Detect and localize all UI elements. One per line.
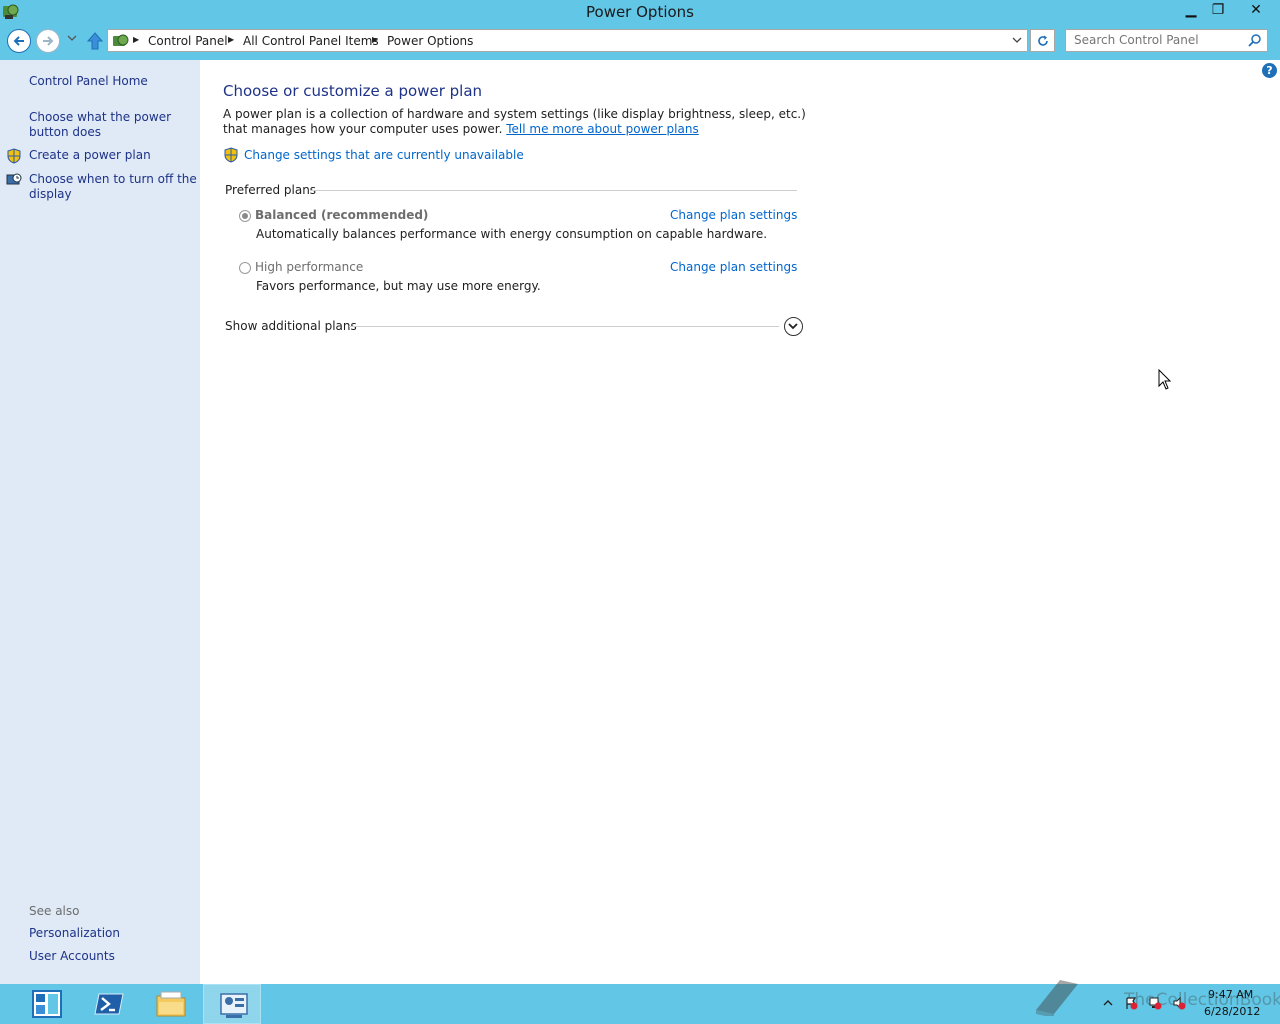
powershell-taskbar-button[interactable] (79, 984, 137, 1024)
learn-more-link[interactable]: Tell me more about power plans (506, 122, 698, 136)
balanced-plan-name[interactable]: Balanced (recommended) (255, 208, 428, 222)
taskbar: TheCollectionBook 9:47 AM 6/28/2012 (0, 980, 1280, 1024)
breadcrumb-power-options[interactable]: Power Options (387, 34, 473, 48)
clock-time[interactable]: 9:47 AM (1208, 988, 1253, 1001)
refresh-button[interactable] (1030, 29, 1055, 52)
turn-off-display-link[interactable]: Choose when to turn off the display (29, 172, 197, 202)
preferred-plans-heading: Preferred plans (225, 183, 317, 197)
personalization-link[interactable]: Personalization (29, 926, 197, 941)
back-button[interactable] (7, 29, 31, 53)
window-title: Power Options (586, 3, 694, 21)
breadcrumb-separator-icon[interactable]: ▶ (372, 35, 378, 44)
search-icon[interactable] (1248, 34, 1261, 47)
powershell-icon (94, 993, 124, 1015)
title-bar: Power Options ▁ ❐ ✕ (0, 0, 1280, 24)
monitor-clock-icon (6, 173, 22, 185)
shield-icon (7, 148, 21, 164)
high-performance-change-settings-link[interactable]: Change plan settings (670, 260, 797, 274)
network-icon[interactable] (1148, 996, 1162, 1010)
close-button[interactable]: ✕ (1236, 0, 1276, 20)
show-additional-plans-label[interactable]: Show additional plans (225, 319, 357, 333)
high-performance-plan-name[interactable]: High performance (255, 260, 363, 274)
forward-button[interactable] (36, 29, 60, 53)
show-hidden-icons-icon[interactable] (1101, 996, 1115, 1010)
section-divider (349, 326, 779, 327)
breadcrumb-control-panel[interactable]: Control Panel (148, 34, 228, 48)
address-history-dropdown-icon[interactable] (1011, 33, 1023, 47)
navigation-bar: ▶ Control Panel ▶ All Control Panel Item… (0, 24, 1280, 60)
page-title: Choose or customize a power plan (223, 82, 483, 100)
control-panel-taskbar-button[interactable] (203, 984, 261, 1024)
user-accounts-link[interactable]: User Accounts (29, 949, 197, 964)
power-button-link[interactable]: Choose what the power button does (29, 110, 197, 140)
server-manager-taskbar-button[interactable] (17, 984, 75, 1024)
shield-icon (224, 147, 238, 163)
balanced-change-settings-link[interactable]: Change plan settings (670, 208, 797, 222)
control-panel-home-link[interactable]: Control Panel Home (29, 74, 197, 89)
refresh-icon (1038, 35, 1048, 46)
recent-locations-dropdown-icon[interactable] (66, 33, 78, 43)
expand-additional-plans-button[interactable] (784, 317, 803, 336)
mouse-cursor-icon (1158, 369, 1172, 390)
back-arrow-icon (13, 36, 24, 46)
high-performance-plan-radio[interactable] (239, 262, 251, 274)
create-power-plan-link[interactable]: Create a power plan (29, 148, 197, 163)
main-content: ? Choose or customize a power plan A pow… (200, 60, 1280, 984)
minimize-button[interactable]: ▁ (1177, 0, 1205, 20)
file-explorer-taskbar-button[interactable] (141, 984, 199, 1024)
speaker-icon[interactable] (1172, 996, 1186, 1010)
server-manager-icon (32, 990, 62, 1018)
left-task-pane: Control Panel Home Choose what the power… (0, 60, 200, 984)
book-logo-icon (1036, 980, 1078, 1016)
control-panel-icon (220, 993, 248, 1018)
breadcrumb-separator-icon[interactable]: ▶ (228, 35, 234, 44)
breadcrumb-all-items[interactable]: All Control Panel Items (243, 34, 379, 48)
search-input[interactable] (1074, 33, 1244, 47)
search-box[interactable] (1065, 29, 1268, 52)
high-performance-plan-description: Favors performance, but may use more ene… (256, 279, 541, 293)
address-bar[interactable]: ▶ Control Panel ▶ All Control Panel Item… (107, 29, 1028, 52)
forward-arrow-icon (43, 36, 54, 46)
breadcrumb-separator-icon[interactable]: ▶ (133, 35, 139, 44)
change-unavailable-settings-link[interactable]: Change settings that are currently unava… (244, 148, 524, 162)
control-panel-location-icon (113, 34, 129, 46)
page-description: A power plan is a collection of hardware… (223, 107, 813, 137)
see-also-heading: See also (29, 904, 80, 918)
folder-icon (156, 991, 186, 1017)
section-divider (310, 190, 797, 191)
balanced-plan-description: Automatically balances performance with … (256, 227, 768, 241)
maximize-button[interactable]: ❐ (1204, 0, 1232, 20)
balanced-plan-radio[interactable] (239, 210, 251, 222)
up-arrow-icon[interactable] (86, 31, 104, 51)
action-center-flag-icon[interactable] (1124, 996, 1138, 1010)
chevron-down-icon (788, 323, 798, 330)
help-icon[interactable]: ? (1262, 63, 1277, 78)
clock-date[interactable]: 6/28/2012 (1204, 1005, 1260, 1018)
